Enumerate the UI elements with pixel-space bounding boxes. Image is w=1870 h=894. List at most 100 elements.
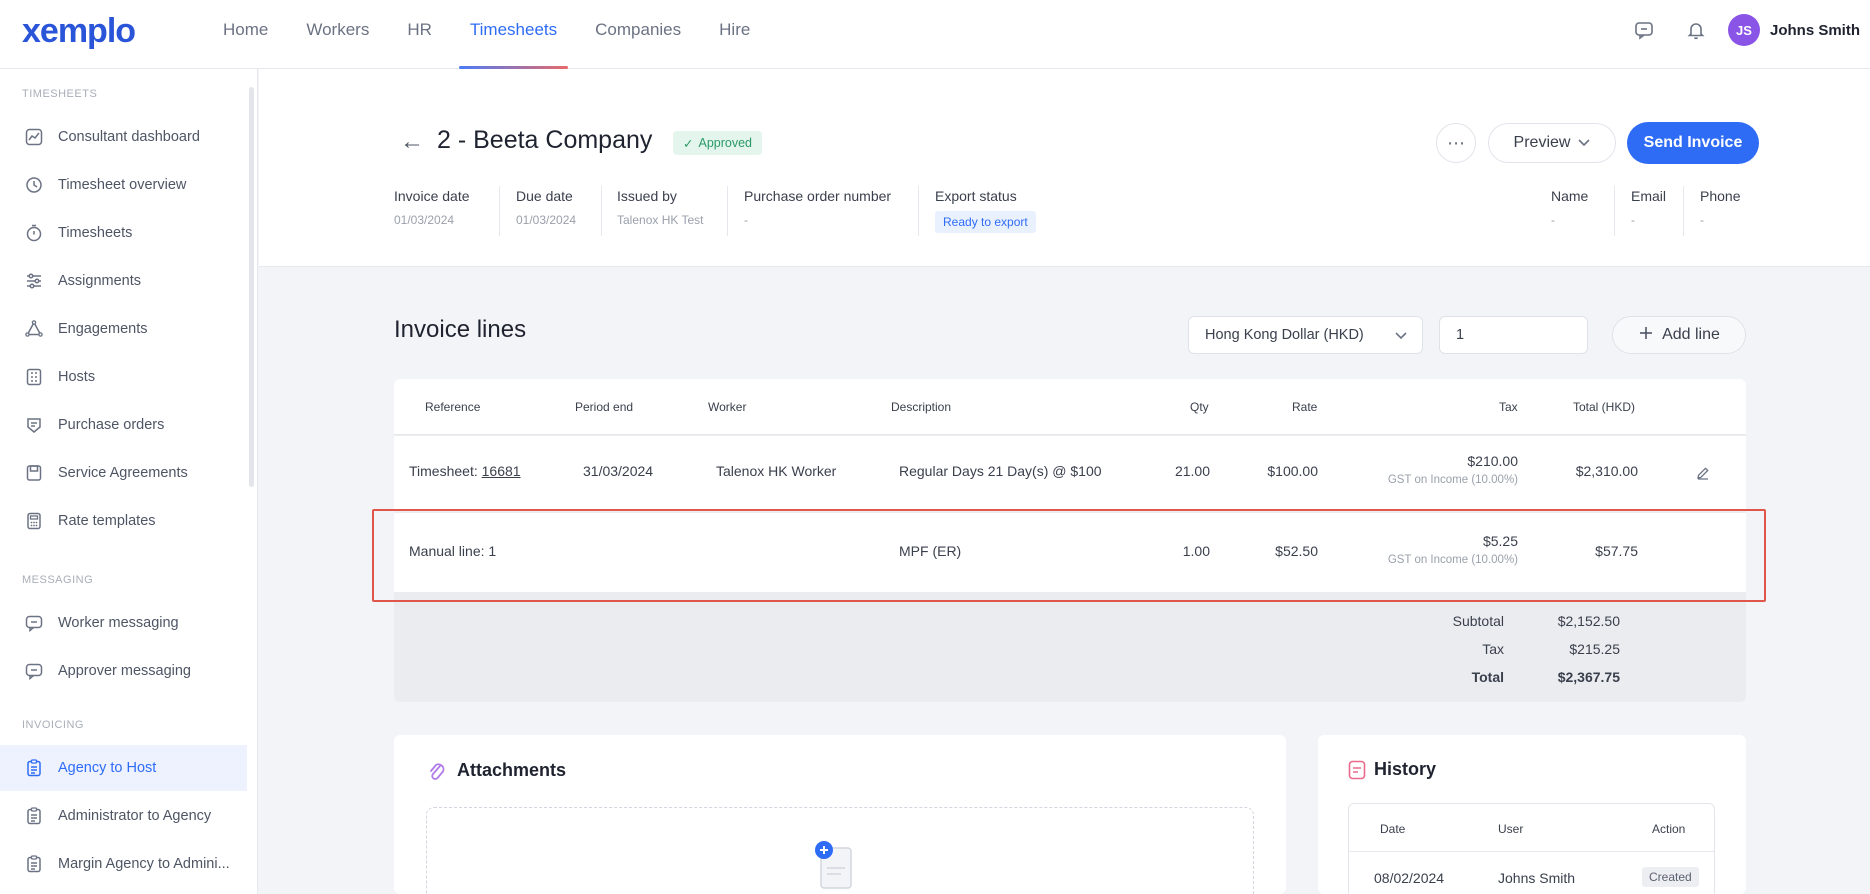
chevron-down-icon [1578,134,1591,152]
sidebar-item-hosts[interactable]: Hosts [0,354,247,400]
reference-cell: Timesheet: 16681 [409,463,521,479]
column-header-tax: Tax [1499,400,1518,414]
nav-hire[interactable]: Hire [700,0,769,69]
grand-total-value: $2,367.75 [1557,669,1620,685]
stopwatch-icon [24,223,44,243]
sidebar-section-messaging: MESSAGING [22,574,94,586]
subtotal-label: Subtotal [1452,613,1504,629]
worker-cell: Talenox HK Worker [716,463,837,479]
sidebar-item-timesheets[interactable]: Timesheets [0,210,247,256]
nav-home[interactable]: Home [204,0,287,69]
meta-purchase-order-number: Purchase order number - [744,188,892,227]
table-row: Timesheet: 16681 31/03/2024 Talenox HK W… [394,436,1746,512]
timesheet-link[interactable]: 16681 [482,463,521,479]
sidebar-item-purchase-orders[interactable]: Purchase orders [0,402,247,448]
sidebar-item-label: Consultant dashboard [58,129,200,145]
meta-due-date: Due date 01/03/2024 [516,188,577,227]
column-header-worker: Worker [708,400,747,414]
edit-icon[interactable] [1696,466,1710,485]
sliders-icon [24,271,44,291]
history-column-user: User [1498,822,1524,836]
subtotal-value: $2,152.50 [1557,613,1620,629]
column-header-total: Total (HKD) [1573,400,1636,414]
meta-invoice-date: Invoice date 01/03/2024 [394,188,470,227]
chevron-down-icon [1394,326,1408,348]
sidebar-item-label: Assignments [58,273,142,289]
sidebar-item-service-agreements[interactable]: Service Agreements [0,450,247,496]
user-name[interactable]: Johns Smith [1770,22,1860,39]
sidebar-item-timesheet-overview[interactable]: Timesheet overview [0,162,247,208]
preview-button[interactable]: Preview [1488,123,1616,163]
chat-icon[interactable] [1624,10,1664,50]
calculator-icon [24,511,44,531]
invoice-lines-title: Invoice lines [394,316,527,343]
invoice-header-panel [259,69,1870,267]
sidebar-item-agency-to-host[interactable]: Agency to Host [0,745,247,791]
sidebar-item-approver-messaging[interactable]: Approver messaging [0,648,247,694]
building-icon [24,367,44,387]
back-arrow-icon[interactable]: ← [400,128,424,156]
nav-timesheets[interactable]: Timesheets [451,0,576,69]
divider [499,186,500,236]
qty-cell: 21.00 [1174,463,1210,479]
add-line-button[interactable]: Add line [1612,316,1746,354]
sidebar-section-invoicing: INVOICING [22,719,84,731]
nav-companies[interactable]: Companies [576,0,700,69]
meta-issued-by: Issued by Talenox HK Test [617,188,704,227]
history-title: History [1374,759,1437,779]
sidebar-item-label: Agency to Host [58,760,157,776]
chart-icon [24,127,44,147]
table-header: Reference Period end Worker Description … [394,379,1746,435]
sidebar-scrollbar[interactable] [249,87,254,487]
sidebar-item-label: Service Agreements [58,465,188,481]
send-invoice-button[interactable]: Send Invoice [1627,122,1759,164]
nav-workers[interactable]: Workers [287,0,388,69]
sidebar-item-label: Worker messaging [58,615,179,631]
history-action-badge: Created [1642,867,1699,887]
period-end-cell: 31/03/2024 [583,463,654,479]
xemplo-logo[interactable]: xemplo [22,12,136,51]
more-options-button[interactable]: ⋯ [1436,123,1476,163]
sidebar: TIMESHEETS Consultant dashboard Timeshee… [0,69,258,894]
sidebar-item-worker-messaging[interactable]: Worker messaging [0,600,247,646]
currency-select[interactable]: Hong Kong Dollar (HKD) [1188,316,1423,354]
divider [727,186,728,236]
sidebar-item-label: Margin Agency to Admini... [58,856,230,872]
sidebar-section-timesheets: TIMESHEETS [22,88,98,100]
column-header-period-end: Period end [575,400,634,414]
divider [1349,851,1714,852]
avatar[interactable]: JS [1727,14,1760,46]
divider [1614,186,1615,236]
sidebar-item-label: Approver messaging [58,663,191,679]
description-cell: Regular Days 21 Day(s) @ $100 [899,463,1102,479]
quantity-input[interactable] [1439,316,1588,354]
divider [601,186,602,236]
clock-icon [24,175,44,195]
main-nav: Home Workers HR Timesheets Companies Hir… [204,0,769,69]
sidebar-item-administrator-to-agency[interactable]: Administrator to Agency [0,793,247,839]
bell-icon[interactable] [1676,10,1716,50]
tax-total-value: $215.25 [1569,641,1620,657]
divider [1683,186,1684,236]
nav-hr[interactable]: HR [388,0,451,69]
meta-export-status: Export status Ready to export [935,188,1036,233]
sidebar-item-engagements[interactable]: Engagements [0,306,247,352]
attachments-title: Attachments [457,760,567,780]
history-column-action: Action [1652,822,1686,836]
network-icon [24,319,44,339]
history-date-cell: 08/02/2024 [1374,870,1445,886]
sidebar-item-rate-templates[interactable]: Rate templates [0,498,247,544]
upload-file-icon[interactable] [813,840,863,894]
top-navigation-bar: xemplo Home Workers HR Timesheets Compan… [0,0,1870,69]
divider [918,186,919,236]
column-header-description: Description [891,400,952,414]
sidebar-item-consultant-dashboard[interactable]: Consultant dashboard [0,114,247,160]
page-title: 2 - Beeta Company [437,126,653,154]
status-badge: ✓ Approved [673,131,762,155]
sidebar-item-label: Timesheets [58,225,133,241]
sidebar-item-assignments[interactable]: Assignments [0,258,247,304]
invoice-icon [24,854,44,874]
sidebar-item-margin-agency-to-admin[interactable]: Margin Agency to Admini... [0,841,247,887]
sidebar-item-label: Rate templates [58,513,156,529]
export-status-badge: Ready to export [935,211,1036,233]
